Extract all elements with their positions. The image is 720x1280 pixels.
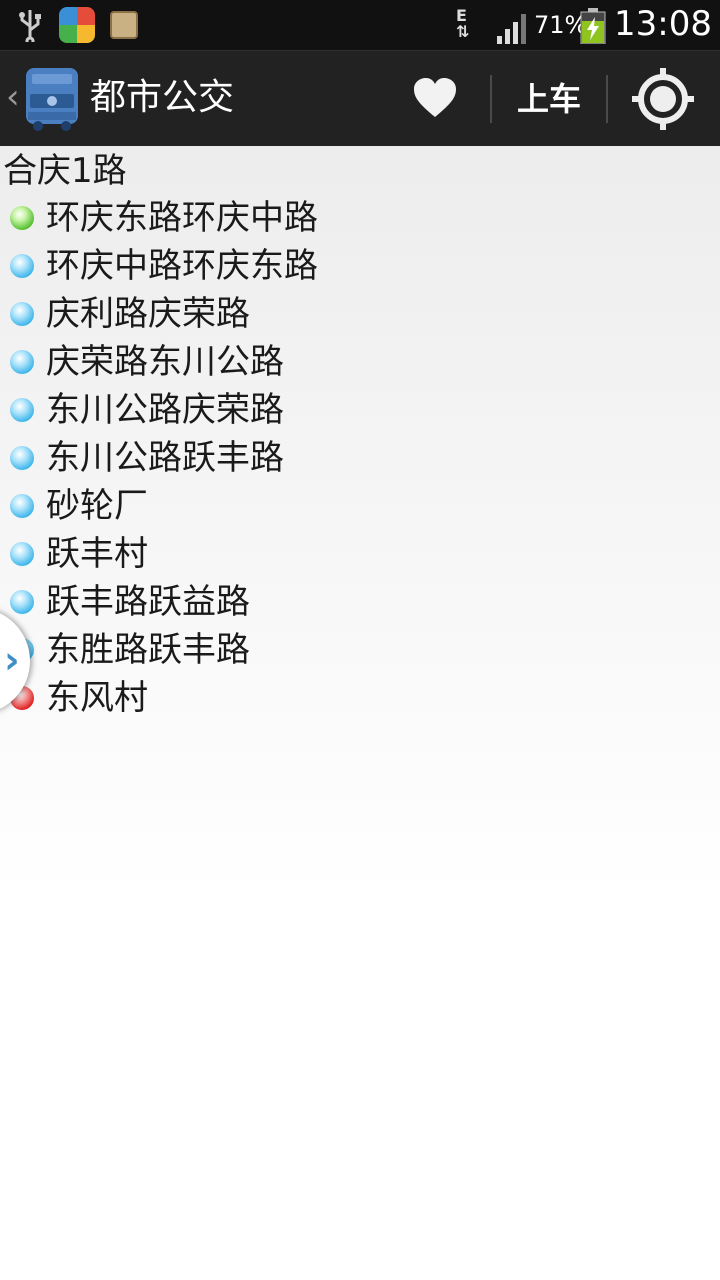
- stop-item[interactable]: 环庆东路环庆中路: [0, 194, 500, 242]
- divider: [606, 75, 608, 123]
- bus-logo-icon[interactable]: [24, 66, 80, 132]
- stop-status-dot-icon: [10, 206, 34, 230]
- radio-icon: [110, 11, 138, 39]
- stop-item[interactable]: 东胜路跃丰路: [0, 626, 500, 674]
- stop-status-dot-icon: [10, 590, 34, 614]
- stop-name: 跃丰路跃益路: [46, 582, 250, 622]
- stop-name: 庆荣路东川公路: [46, 342, 284, 382]
- clock: 13:08: [614, 4, 712, 44]
- stop-list: 环庆东路环庆中路 环庆中路环庆东路 庆利路庆荣路 庆荣路东川公路 东川公路庆荣路 东川公路…: [0, 194, 500, 722]
- battery-charging-icon: [580, 8, 606, 44]
- stop-status-dot-icon: [10, 254, 34, 278]
- action-bar: ‹ 都市公交 上车: [0, 50, 720, 146]
- board-button[interactable]: 上车: [506, 77, 592, 121]
- app-store-icon: [59, 7, 95, 43]
- stop-item[interactable]: 东川公路跃丰路: [0, 434, 500, 482]
- stop-name: 环庆中路环庆东路: [46, 246, 318, 286]
- stop-name: 环庆东路环庆中路: [46, 198, 318, 238]
- stop-item[interactable]: 环庆中路环庆东路: [0, 242, 500, 290]
- stop-status-dot-icon: [10, 446, 34, 470]
- stop-status-dot-icon: [10, 398, 34, 422]
- stop-name: 东川公路庆荣路: [46, 390, 284, 430]
- stop-item[interactable]: 跃丰村: [0, 530, 500, 578]
- stop-status-dot-icon: [10, 350, 34, 374]
- stop-name: 跃丰村: [46, 534, 148, 574]
- stop-status-dot-icon: [10, 542, 34, 566]
- data-transfer-icon: E ⇅: [456, 6, 470, 41]
- divider: [490, 75, 492, 123]
- locate-icon[interactable]: [630, 66, 696, 132]
- stop-name: 庆利路庆荣路: [46, 294, 250, 334]
- network-type: E: [456, 6, 467, 25]
- stop-item[interactable]: 砂轮厂: [0, 482, 500, 530]
- stop-item[interactable]: 庆荣路东川公路: [0, 338, 500, 386]
- usb-icon: [19, 10, 41, 42]
- stop-status-dot-icon: [10, 494, 34, 518]
- route-title: 合庆1路: [3, 151, 127, 191]
- heart-icon[interactable]: [410, 73, 460, 123]
- stop-name: 东胜路跃丰路: [46, 630, 250, 670]
- stop-item[interactable]: 跃丰路跃益路: [0, 578, 500, 626]
- stop-name: 砂轮厂: [46, 486, 148, 526]
- stop-status-dot-icon: [10, 302, 34, 326]
- back-button[interactable]: ‹: [6, 79, 20, 115]
- stop-item[interactable]: 庆利路庆荣路: [0, 290, 500, 338]
- chevron-right-icon: ›: [4, 638, 20, 682]
- app-title: 都市公交: [90, 77, 235, 118]
- signal-icon: [497, 14, 526, 44]
- stop-item[interactable]: 东风村: [0, 674, 500, 722]
- stop-name: 东风村: [46, 678, 148, 718]
- stop-name: 东川公路跃丰路: [46, 438, 284, 478]
- stop-item[interactable]: 东川公路庆荣路: [0, 386, 500, 434]
- status-bar: E ⇅ 71% 13:08: [0, 0, 720, 50]
